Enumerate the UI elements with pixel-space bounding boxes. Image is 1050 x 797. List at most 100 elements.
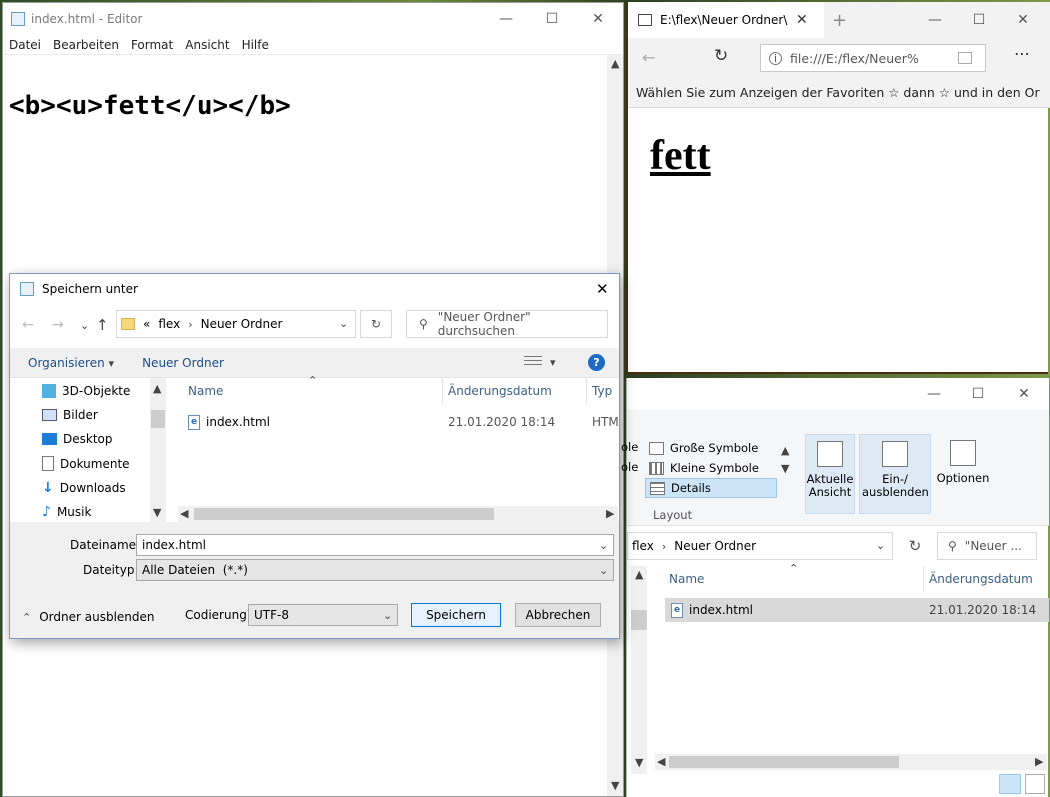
tree-scrollbar[interactable]: ▲ ▼ [150, 378, 166, 522]
path-overflow[interactable]: « [143, 317, 150, 331]
chevron-down-icon[interactable]: ⌄ [599, 564, 608, 577]
breadcrumb-neuer-ordner[interactable]: Neuer Ordner [674, 539, 756, 553]
table-row[interactable]: e index.html 21.01.2020 18:14 [665, 598, 1049, 622]
tree-item-desktop[interactable]: Desktop [42, 432, 113, 446]
explorer-titlebar[interactable]: — ☐ ✕ [627, 378, 1049, 410]
chevron-down-icon[interactable]: ⌄ [339, 317, 348, 330]
scroll-right-icon[interactable]: ▶ [1035, 755, 1043, 768]
explorer-search-input[interactable]: ⚲ "Neuer ... [937, 532, 1037, 560]
list-horizontal-scrollbar[interactable]: ◀ ▶ [178, 506, 618, 522]
notepad-text-content[interactable]: <b><u>fett</u></b> [9, 91, 291, 121]
save-as-dialog[interactable]: Speichern unter ✕ ← → ⌄ ↑ « flex › Neuer… [9, 273, 620, 639]
column-date[interactable]: Änderungsdatum [448, 384, 552, 398]
refresh-icon[interactable]: ↻ [901, 532, 929, 560]
new-folder-button[interactable]: Neuer Ordner [142, 356, 224, 370]
save-button[interactable]: Speichern [411, 603, 501, 627]
scroll-thumb[interactable] [631, 610, 647, 630]
menu-bearbeiten[interactable]: Bearbeiten [47, 35, 125, 54]
explorer-window[interactable]: — ☐ ✕ ⌃ ? ole ole Große Symbole Kleine S… [621, 378, 1049, 797]
minimize-button[interactable]: — [911, 378, 957, 410]
refresh-icon[interactable]: ↻ [714, 46, 728, 66]
nav-pane-scrollbar[interactable]: ▲ ▼ [631, 566, 647, 774]
reading-view-icon[interactable] [958, 52, 972, 64]
dialog-search-input[interactable]: ⚲ "Neuer Ordner" durchsuchen [406, 310, 608, 338]
view-details[interactable]: Details [645, 478, 777, 498]
filetype-select[interactable]: Alle Dateien (*.*) ⌄ [136, 559, 614, 581]
chevron-down-icon[interactable]: ⌄ [876, 539, 885, 552]
browser-tab[interactable]: E:\flex\Neuer Ordner\i ✕ [628, 2, 824, 38]
column-type[interactable]: Typ [592, 384, 612, 398]
menu-format[interactable]: Format [125, 35, 179, 54]
tree-item-musik[interactable]: ♪ Musik [42, 504, 91, 520]
browser-window[interactable]: E:\flex\Neuer Ordner\i ✕ + — ☐ ✕ ← ↻ ☆ ⋯… [626, 2, 1050, 374]
forward-arrow-icon[interactable]: → [52, 317, 64, 333]
tree-item-dokumente[interactable]: Dokumente [42, 456, 130, 471]
address-bar[interactable]: i file:///E:/flex/Neuer% [760, 44, 986, 72]
tree-item-3d-objekte[interactable]: 3D-Objekte [42, 384, 130, 398]
notepad-titlebar[interactable]: index.html - Editor — ☐ ✕ [3, 3, 623, 35]
hide-folders-toggle[interactable]: ⌃ Ordner ausblenden [22, 610, 155, 624]
current-view-button[interactable]: Aktuelle Ansicht [805, 434, 855, 514]
close-tab-icon[interactable]: ✕ [796, 12, 808, 28]
help-icon[interactable]: ? [588, 354, 605, 371]
column-name[interactable]: Name [669, 572, 704, 586]
scroll-left-icon[interactable]: ◀ [180, 507, 188, 520]
dialog-titlebar[interactable]: Speichern unter ✕ [10, 274, 619, 304]
up-arrow-icon[interactable]: ↑ [96, 316, 109, 334]
options-button[interactable]: Optionen [935, 434, 991, 514]
column-date[interactable]: Änderungsdatum [929, 572, 1033, 586]
scroll-right-icon[interactable]: ▶ [606, 507, 614, 520]
view-large-icons[interactable]: Große Symbole [645, 438, 777, 458]
column-divider[interactable] [923, 566, 924, 592]
filename-input[interactable]: index.html ⌄ [136, 534, 614, 556]
tree-item-downloads[interactable]: ↓ Downloads [42, 480, 126, 496]
scroll-up-icon[interactable]: ▲ [781, 444, 789, 457]
menu-ansicht[interactable]: Ansicht [179, 35, 235, 54]
address-text[interactable]: file:///E:/flex/Neuer% [790, 51, 950, 66]
table-row[interactable]: e index.html 21.01.2020 18:14 HTM [188, 412, 619, 432]
scroll-down-icon[interactable]: ▼ [153, 506, 161, 519]
close-button[interactable]: ✕ [1000, 4, 1046, 36]
scroll-up-icon[interactable]: ▲ [153, 382, 161, 395]
minimize-button[interactable]: — [483, 3, 529, 35]
scroll-up-icon[interactable]: ▲ [635, 568, 643, 581]
column-divider[interactable] [442, 378, 443, 404]
info-icon[interactable]: i [769, 51, 782, 65]
scroll-left-icon[interactable]: ◀ [657, 755, 665, 768]
explorer-horizontal-scrollbar[interactable]: ◀ ▶ [655, 754, 1047, 770]
maximize-button[interactable]: ☐ [955, 378, 1001, 410]
refresh-button[interactable]: ↻ [360, 310, 392, 338]
scroll-down-icon[interactable]: ▼ [611, 779, 619, 792]
close-button[interactable]: ✕ [1001, 378, 1047, 410]
view-small-icons[interactable]: Kleine Symbole [645, 458, 777, 478]
cancel-button[interactable]: Abbrechen [515, 603, 601, 627]
explorer-address-bar[interactable]: flex › Neuer Ordner ⌄ [627, 532, 893, 560]
breadcrumb-flex[interactable]: flex [158, 317, 180, 331]
scroll-thumb[interactable] [194, 508, 494, 520]
tree-item-bilder[interactable]: Bilder [42, 408, 98, 422]
maximize-button[interactable]: ☐ [529, 3, 575, 35]
large-icons-view-icon[interactable] [1025, 774, 1045, 794]
organize-button[interactable]: Organisieren ▾ [28, 356, 114, 370]
recent-dropdown-icon[interactable]: ⌄ [80, 319, 89, 332]
scroll-down-icon[interactable]: ▼ [781, 462, 789, 475]
chevron-down-icon[interactable]: ⌄ [599, 539, 608, 552]
menu-hilfe[interactable]: Hilfe [236, 35, 275, 54]
scroll-thumb[interactable] [151, 410, 165, 428]
new-tab-icon[interactable]: + [832, 10, 847, 31]
back-arrow-icon[interactable]: ← [642, 48, 655, 67]
minimize-button[interactable]: — [912, 4, 958, 36]
maximize-button[interactable]: ☐ [956, 4, 1002, 36]
more-menu-icon[interactable]: ⋯ [1014, 44, 1030, 63]
dialog-address-bar[interactable]: « flex › Neuer Ordner ⌄ [116, 310, 356, 338]
breadcrumb-neuer-ordner[interactable]: Neuer Ordner [201, 317, 283, 331]
show-hide-button[interactable]: Ein-/ ausblenden [859, 434, 931, 514]
close-icon[interactable]: ✕ [596, 280, 609, 298]
scroll-up-icon[interactable]: ▲ [611, 57, 619, 70]
scroll-thumb[interactable] [669, 756, 899, 768]
menu-datei[interactable]: Datei [3, 35, 47, 54]
encoding-select[interactable]: UTF-8 ⌄ [248, 604, 398, 626]
view-menu-icon[interactable] [524, 356, 542, 368]
column-name[interactable]: Name [188, 384, 223, 398]
scroll-down-icon[interactable]: ▼ [635, 756, 643, 769]
